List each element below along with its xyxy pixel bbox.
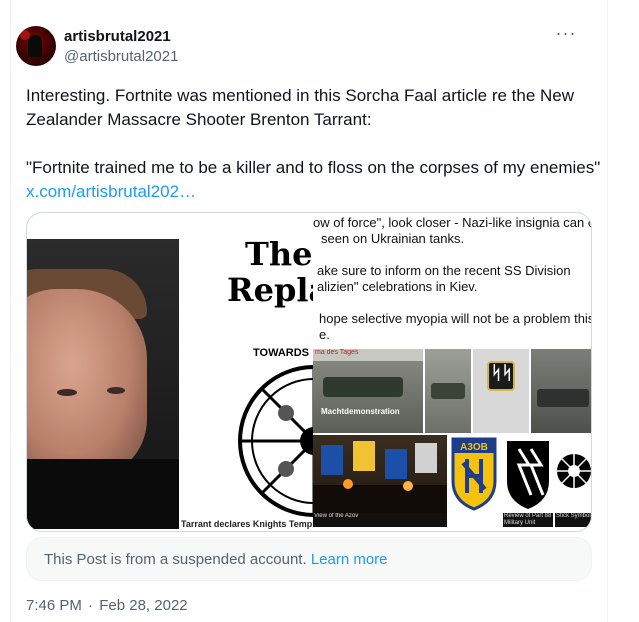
ellipsis-icon[interactable]: ··· bbox=[552, 24, 580, 46]
snippet-line: seen on Ukrainian tanks. bbox=[321, 231, 465, 246]
poster-title-2: Repla bbox=[227, 271, 313, 309]
tile-header: ma des Tages bbox=[313, 349, 423, 361]
tank-photo-1: ma des Tages Machtdemonstration bbox=[313, 349, 423, 433]
avatar[interactable] bbox=[16, 26, 56, 66]
tile-title: Machtdemonstration bbox=[321, 407, 400, 416]
black-sun-wheel-icon bbox=[238, 365, 313, 517]
rally-caption: View of the Azov bbox=[313, 513, 447, 527]
azov-shield-icon: A3OB bbox=[451, 437, 497, 511]
ss-emblem: Review of Part 88 Military Unit bbox=[503, 435, 553, 527]
notice-message: This Post is from a suspended account. bbox=[44, 551, 307, 568]
poster-title-1: The bbox=[245, 235, 313, 273]
tweet-text: Interesting. Fortnite was mentioned in t… bbox=[26, 84, 606, 204]
poster-caption: Tarrant declares Knights Templar sanctio… bbox=[181, 519, 313, 529]
azov-emblem: A3OB bbox=[449, 435, 499, 527]
snippet-line: e. bbox=[319, 327, 330, 342]
tweet-quote: "Fortnite trained me to be a killer and … bbox=[26, 158, 601, 177]
tweet-timestamp[interactable]: 7:46 PM · Feb 28, 2022 bbox=[26, 597, 188, 614]
ss-shield-icon bbox=[507, 441, 549, 509]
black-sun-icon bbox=[557, 454, 591, 488]
learn-more-link[interactable]: Learn more bbox=[311, 551, 388, 568]
snippet-line: alizien" celebrations in Kiev. bbox=[317, 279, 478, 294]
black-sun-caption: Stick Symbol bbox=[555, 513, 591, 527]
replacement-poster: The Repla TOWARDS Tarrant declares Knigh… bbox=[179, 213, 313, 531]
tweet-link[interactable]: x.com/artisbrutal202… bbox=[26, 182, 196, 201]
avatar-figure bbox=[28, 35, 42, 57]
author-handle[interactable]: @artisbrutal2021 bbox=[64, 48, 178, 65]
timestamp-time[interactable]: 7:46 PM bbox=[26, 597, 82, 614]
article-snippet: ow of force", look closer - Nazi-like in… bbox=[313, 213, 592, 345]
insignia-collage: ow of force", look closer - Nazi-like in… bbox=[313, 213, 592, 531]
suspended-notice-text: This Post is from a suspended account. L… bbox=[44, 551, 388, 568]
timestamp-separator: · bbox=[88, 597, 94, 614]
snippet-line: hope selective myopia will not be a prob… bbox=[319, 311, 592, 326]
black-sun-emblem: Stick Symbol bbox=[555, 435, 591, 527]
ss-flag-photo: ᛋᛋ bbox=[473, 349, 529, 433]
tweet-header: artisbrutal2021 @artisbrutal2021 ··· bbox=[16, 24, 582, 70]
emblem-caption: Review of Part 88 Military Unit bbox=[503, 513, 553, 527]
snippet-line: ake sure to inform on the recent SS Divi… bbox=[317, 263, 571, 278]
poster-towards: TOWARDS bbox=[253, 347, 310, 359]
tweet-text-line-2: "Fortnite trained me to be a killer and … bbox=[26, 156, 606, 204]
snippet-line: ow of force", look closer - Nazi-like in… bbox=[313, 215, 592, 230]
azov-text: A3OB bbox=[460, 442, 488, 453]
tank-photo-2 bbox=[425, 349, 471, 433]
rally-photo: View of the Azov bbox=[313, 435, 447, 527]
tank-photo-3 bbox=[531, 349, 591, 433]
tweet-media-image[interactable]: The Repla TOWARDS Tarrant declares Knigh… bbox=[26, 212, 592, 532]
tweet-text-line-1: Interesting. Fortnite was mentioned in t… bbox=[26, 86, 575, 129]
timestamp-date[interactable]: Feb 28, 2022 bbox=[99, 597, 187, 614]
shooter-photo bbox=[27, 239, 179, 529]
author-display-name[interactable]: artisbrutal2021 bbox=[64, 28, 171, 45]
suspended-notice: This Post is from a suspended account. L… bbox=[26, 537, 592, 581]
